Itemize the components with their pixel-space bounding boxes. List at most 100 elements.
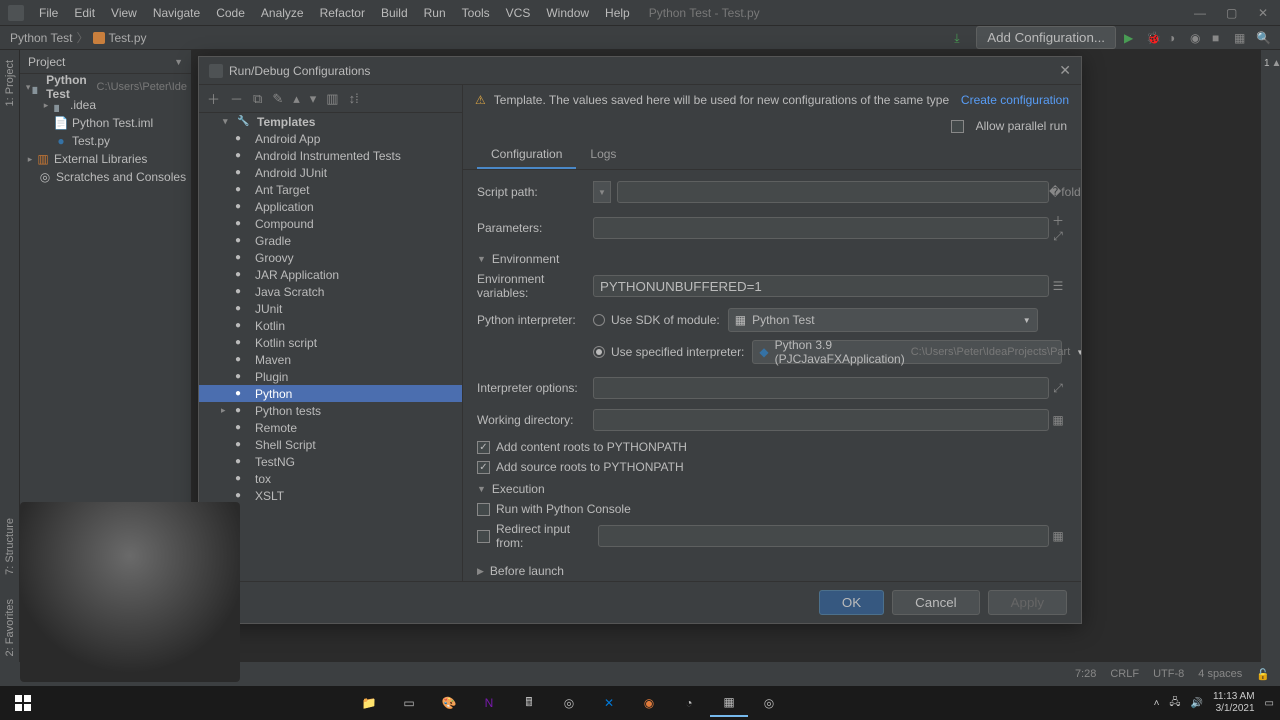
template-item-xslt[interactable]: ●XSLT [199, 487, 462, 504]
template-item-remote[interactable]: ●Remote [199, 419, 462, 436]
taskbar-app-icon[interactable]: 🎨 [430, 689, 468, 717]
menu-edit[interactable]: Edit [67, 3, 102, 23]
tree-test-file[interactable]: ● Test.py [20, 132, 191, 150]
python-console-checkbox[interactable] [477, 503, 490, 516]
profile-icon[interactable]: ◉ [1190, 31, 1204, 45]
env-vars-edit-icon[interactable]: ☰ [1049, 279, 1067, 293]
start-button[interactable] [6, 689, 40, 717]
tab-logs[interactable]: Logs [576, 141, 630, 169]
template-item-maven[interactable]: ●Maven [199, 351, 462, 368]
expand-icon[interactable]: ▸ [221, 405, 235, 416]
expand-icon[interactable]: ▾ [223, 116, 237, 127]
add-config-icon[interactable]: ＋ [207, 89, 220, 108]
tree-iml-file[interactable]: 📄 Python Test.iml [20, 114, 191, 132]
browse-icon[interactable]: ▦ [1049, 413, 1067, 427]
weak-warning-icon[interactable]: ▲ [1272, 58, 1280, 69]
menu-code[interactable]: Code [209, 3, 252, 23]
tree-idea-folder[interactable]: ▸ ▖ .idea [20, 96, 191, 114]
taskbar-calculator-icon[interactable]: 🖩 [510, 689, 548, 717]
menu-file[interactable]: File [32, 3, 65, 23]
tray-clock[interactable]: 11:13 AM 3/1/2021 [1213, 691, 1255, 715]
sort-icon[interactable]: ↕⁞ [349, 91, 359, 106]
template-item-application[interactable]: ●Application [199, 198, 462, 215]
template-item-android-app[interactable]: ●Android App [199, 130, 462, 147]
folder-icon[interactable]: ▥ [326, 91, 338, 107]
taskbar-vscode-icon[interactable]: ✕ [590, 689, 628, 717]
taskbar-obs-icon[interactable]: ◔ [670, 689, 708, 717]
content-roots-checkbox[interactable] [477, 441, 490, 454]
execution-section-header[interactable]: ▼ Execution [477, 482, 1067, 496]
template-item-plugin[interactable]: ●Plugin [199, 368, 462, 385]
redirect-input-field[interactable] [598, 525, 1049, 547]
dialog-titlebar[interactable]: Run/Debug Configurations ✕ [199, 57, 1081, 85]
taskbar-chrome2-icon[interactable]: ◎ [750, 689, 788, 717]
tab-configuration[interactable]: Configuration [477, 141, 576, 169]
copy-config-icon[interactable]: ⧉ [253, 91, 262, 107]
template-item-kotlin[interactable]: ●Kotlin [199, 317, 462, 334]
add-configuration-button[interactable]: Add Configuration... [976, 26, 1116, 49]
project-structure-icon[interactable]: ▦ [1234, 31, 1248, 45]
readonly-toggle-icon[interactable]: 🔓 [1256, 668, 1270, 681]
coverage-icon[interactable]: ◑ [1168, 31, 1182, 45]
menu-navigate[interactable]: Navigate [146, 3, 207, 23]
structure-tool-tab[interactable]: 7: Structure [2, 512, 18, 581]
menu-view[interactable]: View [104, 3, 144, 23]
script-path-dropdown[interactable]: ▼ [593, 181, 611, 203]
tree-root[interactable]: ▾ ▖ Python Test C:\Users\Peter\Ide [20, 78, 191, 96]
ok-button[interactable]: OK [819, 590, 884, 615]
project-panel-header[interactable]: Project ▼ [20, 50, 191, 74]
search-icon[interactable]: 🔍 [1256, 31, 1270, 45]
caret-position[interactable]: 7:28 [1075, 668, 1096, 680]
sdk-module-select[interactable]: ▦ Python Test ▼ [728, 308, 1038, 332]
stop-icon[interactable]: ■ [1212, 31, 1226, 45]
create-configuration-link[interactable]: Create configuration [961, 93, 1069, 107]
env-vars-input[interactable] [593, 275, 1049, 297]
interp-opts-input[interactable] [593, 377, 1049, 399]
taskbar-intellij-icon[interactable]: ▦ [710, 689, 748, 717]
remove-config-icon[interactable]: － [230, 89, 243, 108]
before-launch-section-header[interactable]: ▶ Before launch [477, 564, 1067, 578]
menu-window[interactable]: Window [539, 3, 596, 23]
browse-icon[interactable]: �folders [1049, 185, 1067, 199]
tray-chevron-icon[interactable]: ˄ [1154, 698, 1160, 709]
tray-network-icon[interactable]: 🖧 [1169, 695, 1180, 712]
expand-icon[interactable]: ⤢ [1049, 381, 1067, 396]
breadcrumb-project[interactable]: Python Test [10, 31, 72, 45]
expand-icon[interactable]: ＋ ⤢ [1049, 212, 1067, 244]
template-item-jar-application[interactable]: ●JAR Application [199, 266, 462, 283]
breadcrumb[interactable]: Python Test 〉 Test.py [10, 29, 147, 46]
favorites-tool-tab[interactable]: 2: Favorites [2, 593, 18, 662]
use-specified-radio[interactable] [593, 346, 605, 358]
source-roots-checkbox[interactable] [477, 461, 490, 474]
maximize-icon[interactable]: ▢ [1226, 6, 1240, 20]
tray-notifications-icon[interactable]: ▭ [1265, 698, 1274, 709]
breadcrumb-file[interactable]: Test.py [109, 31, 147, 45]
tree-scratches[interactable]: ◎ Scratches and Consoles [20, 168, 191, 186]
template-item-shell-script[interactable]: ●Shell Script [199, 436, 462, 453]
edit-config-icon[interactable]: ✎ [272, 91, 283, 107]
close-icon[interactable]: ✕ [1059, 62, 1071, 79]
interpreter-select[interactable]: ◆ Python 3.9 (PJCJavaFXApplication) C:\U… [752, 340, 1062, 364]
template-item-android-junit[interactable]: ●Android JUnit [199, 164, 462, 181]
template-item-ant-target[interactable]: ●Ant Target [199, 181, 462, 198]
build-icon[interactable]: ⤓ [954, 31, 968, 45]
template-item-compound[interactable]: ●Compound [199, 215, 462, 232]
menu-vcs[interactable]: VCS [499, 3, 538, 23]
expand-icon[interactable]: ▾ [24, 82, 32, 93]
parameters-input[interactable] [593, 217, 1049, 239]
apply-button[interactable]: Apply [988, 590, 1067, 615]
template-item-testng[interactable]: ●TestNG [199, 453, 462, 470]
debug-icon[interactable]: 🐞 [1146, 31, 1160, 45]
menu-refactor[interactable]: Refactor [313, 3, 372, 23]
expand-icon[interactable]: ▸ [40, 100, 52, 111]
tray-volume-icon[interactable]: 🔊 [1191, 698, 1203, 709]
template-item-tox[interactable]: ●tox [199, 470, 462, 487]
cancel-button[interactable]: Cancel [892, 590, 980, 615]
indent-info[interactable]: 4 spaces [1198, 668, 1242, 680]
redirect-input-checkbox[interactable] [477, 530, 490, 543]
chevron-down-icon[interactable]: ▼ [174, 57, 183, 67]
taskbar-terminal-icon[interactable]: ▭ [390, 689, 428, 717]
environment-section-header[interactable]: ▼ Environment [477, 252, 1067, 266]
menu-run[interactable]: Run [417, 3, 453, 23]
script-path-input[interactable] [617, 181, 1049, 203]
